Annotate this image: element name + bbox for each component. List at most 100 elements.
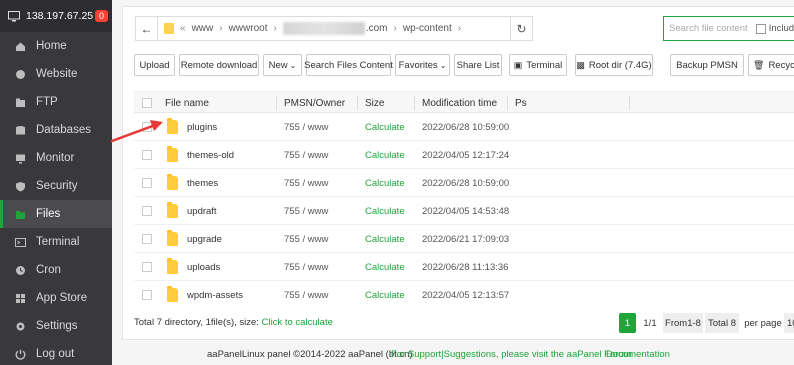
calculate-size-link[interactable]: Calculate (365, 225, 405, 253)
file-permission[interactable]: 755 / www (284, 169, 328, 197)
calculate-size-link[interactable]: Calculate (365, 113, 405, 141)
sidebar-item-terminal[interactable]: Terminal (0, 228, 112, 256)
table-row[interactable]: upgrade 755 / www Calculate 2022/06/21 17:0… (134, 225, 794, 253)
select-all-checkbox-cell[interactable] (142, 92, 152, 114)
page-current[interactable]: 1 (619, 313, 636, 333)
file-permission[interactable]: 755 / www (284, 281, 328, 303)
calculate-size-link[interactable]: Calculate (365, 141, 405, 169)
calculate-size-link[interactable]: Calculate (365, 281, 405, 303)
row-checkbox[interactable] (142, 150, 152, 160)
folder-icon-cell (167, 169, 178, 197)
header-perm[interactable]: PMSN/Owner (284, 92, 345, 114)
row-checkbox-cell[interactable] (142, 141, 152, 169)
upload-button[interactable]: Upload (134, 54, 175, 76)
row-checkbox-cell[interactable] (142, 281, 152, 303)
file-name[interactable]: themes (187, 169, 218, 197)
file-name[interactable]: uploads (187, 253, 220, 281)
row-checkbox[interactable] (142, 178, 152, 188)
calculate-size-link[interactable]: Click to calculate (262, 317, 333, 328)
table-row[interactable]: uploads 755 / www Calculate 2022/06/28 11:1… (134, 253, 794, 281)
file-name[interactable]: upgrade (187, 225, 222, 253)
file-name[interactable]: wpdm-assets (187, 281, 243, 303)
include-subdir-checkbox[interactable] (755, 23, 766, 34)
search-input[interactable]: Search file content Includ (663, 16, 794, 41)
recycle-bin-button[interactable]: 🗑 Recycle bin (748, 54, 794, 76)
row-checkbox[interactable] (142, 290, 152, 300)
sidebar-item-ftp[interactable]: FTP (0, 88, 112, 116)
sidebar-item-monitor[interactable]: Monitor (0, 144, 112, 172)
file-name[interactable]: updraft (187, 197, 217, 225)
row-checkbox-cell[interactable] (142, 225, 152, 253)
total-text: Total 7 directory, 1file(s), size: (134, 317, 259, 328)
sidebar-item-log-out[interactable]: Log out (0, 340, 112, 365)
calculate-size-link[interactable]: Calculate (365, 169, 405, 197)
refresh-button[interactable]: ↻ (510, 17, 532, 40)
sidebar-item-settings[interactable]: Settings (0, 312, 112, 340)
select-all-checkbox[interactable] (142, 98, 152, 108)
row-checkbox-cell[interactable] (142, 113, 152, 141)
table-row[interactable]: wpdm-assets 755 / www Calculate 2022/04/05 … (134, 281, 794, 303)
file-permission[interactable]: 755 / www (284, 113, 328, 141)
root-dir-label: Root dir (7.4G) (588, 59, 652, 71)
per-page-select[interactable]: 100 (784, 313, 794, 333)
support-link[interactable]: For Support|Suggestions, please visit th… (391, 349, 632, 360)
file-permission[interactable]: 755 / www (284, 225, 328, 253)
file-name[interactable]: plugins (187, 113, 217, 141)
sidebar-item-home[interactable]: Home (0, 32, 112, 60)
new-button[interactable]: New ⌄ (263, 54, 302, 76)
remote-download-button[interactable]: Remote download (179, 54, 259, 76)
calculate-size-link[interactable]: Calculate (365, 197, 405, 225)
row-checkbox-cell[interactable] (142, 253, 152, 281)
header-size[interactable]: Size (365, 92, 384, 114)
new-label: New (268, 59, 288, 71)
path-segment-wp-content[interactable]: wp-content (403, 23, 452, 34)
documentation-link[interactable]: Documentation (606, 349, 670, 360)
sidebar-item-label: Security (36, 180, 78, 192)
sidebar-item-app-store[interactable]: App Store (0, 284, 112, 312)
file-name[interactable]: themes-old (187, 141, 234, 169)
per-page-label: per page (744, 317, 782, 329)
file-permission[interactable]: 755 / www (284, 141, 328, 169)
modification-time: 2022/04/05 14:53:48 (422, 205, 510, 217)
path-segment-domain[interactable]: .com (366, 23, 388, 34)
sidebar-item-files[interactable]: Files (0, 200, 112, 228)
sidebar-item-databases[interactable]: Databases (0, 116, 112, 144)
sidebar-item-website[interactable]: Website (0, 60, 112, 88)
backup-pmsn-button[interactable]: Backup PMSN (670, 54, 744, 76)
file-permission[interactable]: 755 / www (284, 197, 328, 225)
folder-icon-cell (167, 281, 178, 303)
table-row[interactable]: updraft 755 / www Calculate 2022/04/05 14:5… (134, 197, 794, 225)
row-checkbox[interactable] (142, 234, 152, 244)
table-row[interactable]: themes 755 / www Calculate 2022/06/28 10:59… (134, 169, 794, 197)
table-row[interactable]: plugins 755 / www Calculate 2022/06/28 10:5… (134, 113, 794, 141)
path-bar[interactable]: ← « www › wwwroot › .com › wp-content › … (135, 16, 533, 41)
back-button[interactable]: ← (136, 17, 158, 40)
main-area: ← « www › wwwroot › .com › wp-content › … (112, 0, 794, 365)
row-checkbox-cell[interactable] (142, 169, 152, 197)
notification-badge[interactable]: 0 (94, 10, 108, 22)
row-checkbox[interactable] (142, 206, 152, 216)
terminal-button[interactable]: ▣ Terminal (509, 54, 567, 76)
refresh-icon: ↻ (516, 21, 527, 36)
path-segment-wwwroot[interactable]: wwwroot (229, 23, 268, 34)
sidebar-item-security[interactable]: Security (0, 172, 112, 200)
header-mtime[interactable]: Modification time (422, 92, 497, 114)
path-segment-www[interactable]: www (192, 23, 214, 34)
header-name[interactable]: File name (165, 92, 209, 114)
header-ps[interactable]: Ps (515, 92, 527, 114)
root-dir-button[interactable]: ▩ Root dir (7.4G) (575, 54, 653, 76)
favorites-button[interactable]: Favorites ⌄ (395, 54, 450, 76)
sidebar-item-label: Files (36, 208, 61, 220)
table-row[interactable]: themes-old 755 / www Calculate 2022/04/05 1… (134, 141, 794, 169)
row-checkbox[interactable] (142, 262, 152, 272)
chevron-right-icon: › (393, 23, 397, 34)
search-files-content-button[interactable]: Search Files Content (304, 54, 393, 76)
folder-icon (167, 118, 178, 134)
file-permission[interactable]: 755 / www (284, 253, 328, 281)
sidebar-item-cron[interactable]: Cron (0, 256, 112, 284)
share-list-button[interactable]: Share List (454, 54, 502, 76)
file-list: plugins 755 / www Calculate 2022/06/28 10:5… (134, 113, 794, 303)
row-checkbox-cell[interactable] (142, 197, 152, 225)
row-checkbox[interactable] (142, 122, 152, 132)
calculate-size-link[interactable]: Calculate (365, 253, 405, 281)
